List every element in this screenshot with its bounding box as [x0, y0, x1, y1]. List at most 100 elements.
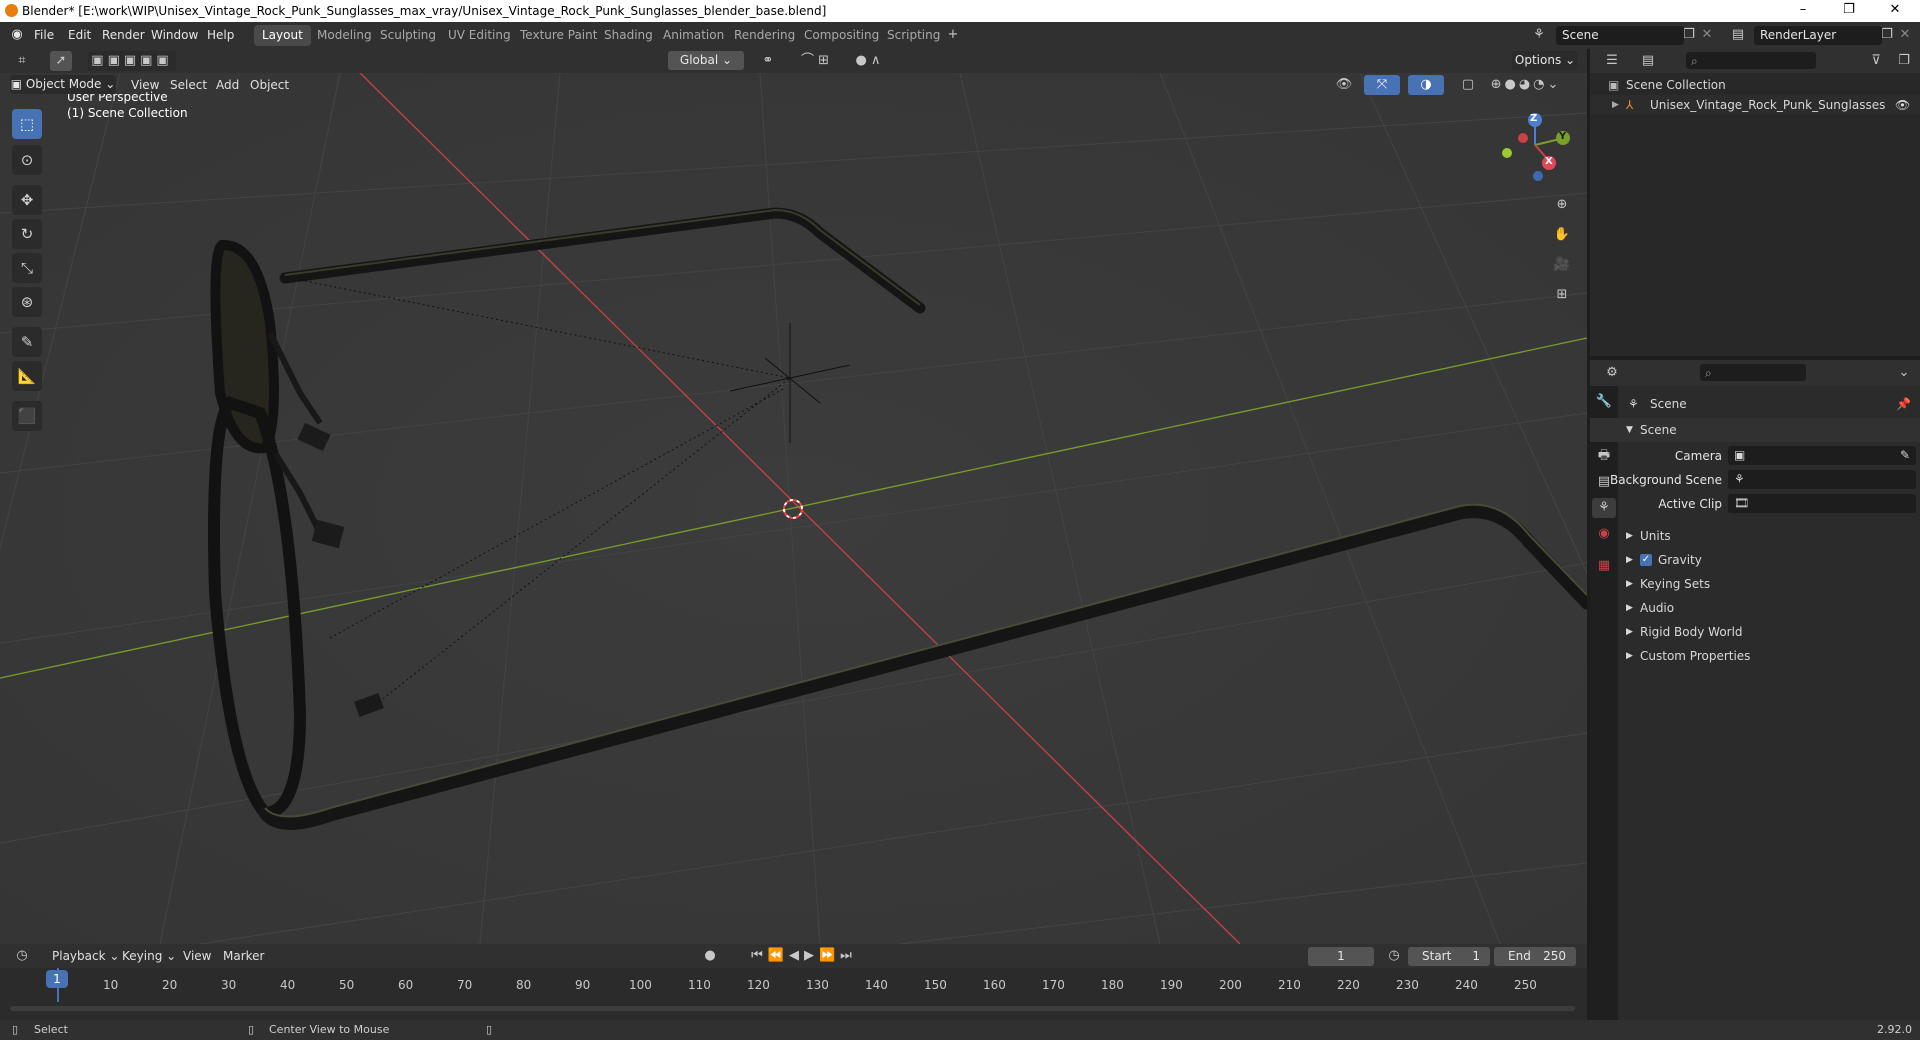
outliner-search-input[interactable]: ⌕	[1686, 52, 1816, 69]
scene-field[interactable]: Scene	[1556, 26, 1684, 45]
close-button[interactable]: ✕	[1872, 0, 1918, 22]
new-collection-icon[interactable]: ❐	[1894, 51, 1914, 71]
viewport-menu-add[interactable]: Add	[216, 78, 239, 92]
zoom-icon[interactable]: ⊕	[1550, 193, 1574, 217]
tab-compositing[interactable]: Compositing	[796, 25, 887, 46]
object-mode-dropdown[interactable]: ▣ Object Mode ⌄	[10, 75, 116, 94]
move-tool-icon[interactable]: ✥	[12, 185, 42, 215]
camera-field[interactable]: ▣ ✎	[1728, 446, 1916, 465]
delete-scene-icon[interactable]: ✕	[1698, 25, 1716, 45]
tab-layout[interactable]: Layout	[254, 25, 311, 46]
playhead-frame-badge[interactable]: 1	[46, 970, 68, 988]
scale-tool-icon[interactable]: ⤡	[12, 253, 42, 283]
timeline-menu-playback[interactable]: Playback ⌄	[52, 949, 119, 963]
new-scene-icon[interactable]: ❐	[1680, 25, 1698, 45]
filter-icon[interactable]: ⊽	[1862, 51, 1890, 71]
expand-arrow-icon[interactable]: ▶	[1612, 95, 1619, 115]
proportional-editing-icon[interactable]: ● ∧	[848, 51, 888, 71]
properties-editor-icon[interactable]: ⚙	[1598, 363, 1626, 383]
keying-sets-panel[interactable]: ▶ Keying Sets	[1590, 572, 1920, 596]
menu-file[interactable]: File	[34, 28, 54, 42]
selection-mode-icons[interactable]: ▣▣▣▣▣	[88, 51, 176, 71]
timeline-editor-icon[interactable]: ◷	[8, 946, 36, 966]
tab-sculpting[interactable]: Sculpting	[372, 25, 444, 46]
tab-modeling[interactable]: Modeling	[309, 25, 380, 46]
shading-mode-icons[interactable]: ⊕●◕◔⌄	[1484, 75, 1568, 95]
menu-window[interactable]: Window	[151, 28, 198, 42]
camera-view-icon[interactable]: 🎥	[1550, 253, 1574, 277]
editor-type-icon[interactable]: ⌗	[8, 51, 36, 71]
menu-render[interactable]: Render	[102, 28, 145, 42]
overlay-toggle-icon[interactable]: ◑	[1408, 75, 1444, 95]
new-layer-icon[interactable]: ❐	[1878, 25, 1896, 45]
add-cube-tool-icon[interactable]: ⬛	[12, 401, 42, 431]
rotate-tool-icon[interactable]: ↻	[12, 219, 42, 249]
record-keyframe-icon[interactable]: ●	[700, 946, 720, 966]
pin-icon[interactable]: 📌	[1896, 392, 1911, 416]
ortho-grid-icon[interactable]: ⊞	[1550, 283, 1574, 307]
eyedropper-icon[interactable]: ✎	[1900, 443, 1910, 467]
timeline-menu-view[interactable]: View	[183, 949, 211, 963]
view-layer-icon[interactable]: ▤	[1724, 25, 1752, 45]
scene-selector-icon[interactable]: ⚘	[1525, 25, 1553, 45]
expand-arrow-icon: ▶	[1626, 579, 1633, 589]
scene-section-header[interactable]: ▼ Scene	[1590, 418, 1920, 442]
custom-properties-panel[interactable]: ▶ Custom Properties	[1590, 644, 1920, 668]
maximize-button[interactable]: ❐	[1826, 0, 1872, 22]
clock-icon[interactable]: ◷	[1384, 946, 1404, 966]
gravity-panel[interactable]: ▶ ✓ Gravity	[1590, 548, 1920, 572]
outliner-row-scene-collection[interactable]: ▣ Scene Collection	[1590, 75, 1920, 95]
playback-controls-icons[interactable]: ⏮⏪◀▶⏩⏭	[744, 946, 864, 966]
end-frame-field[interactable]: End 250	[1494, 947, 1576, 966]
display-mode-icon[interactable]: ▤	[1634, 51, 1662, 71]
blender-menu-icon[interactable]: ◉	[6, 25, 28, 45]
active-clip-field[interactable]: 🎞	[1728, 494, 1916, 513]
timeline-menu-keying[interactable]: Keying ⌄	[122, 949, 176, 963]
gizmo-toggle-icon[interactable]: ⤧	[1364, 75, 1400, 95]
delete-layer-icon[interactable]: ✕	[1896, 25, 1914, 45]
minimize-button[interactable]: –	[1780, 0, 1826, 22]
add-workspace-icon[interactable]: +	[944, 25, 962, 45]
select-tool-icon[interactable]: ➚	[50, 51, 72, 71]
measure-tool-icon[interactable]: 📐	[12, 361, 42, 391]
menu-edit[interactable]: Edit	[68, 28, 91, 42]
select-box-tool-icon[interactable]: ⬚	[12, 109, 42, 139]
3d-viewport[interactable]: User Perspective (1) Scene Collection Z …	[0, 73, 1587, 944]
audio-panel[interactable]: ▶ Audio	[1590, 596, 1920, 620]
outliner-row-object[interactable]: ▶ ⅄ Unisex_Vintage_Rock_Punk_Sunglasses …	[1590, 95, 1920, 115]
viewport-menu-view[interactable]: View	[131, 78, 159, 92]
menu-help[interactable]: Help	[207, 28, 234, 42]
tick-label: 230	[1396, 978, 1419, 992]
timeline-menu-marker[interactable]: Marker	[223, 949, 264, 963]
properties-options-icon[interactable]: ⌄	[1894, 363, 1914, 383]
start-frame-field[interactable]: Start 1	[1408, 947, 1490, 966]
annotate-tool-icon[interactable]: ✎	[12, 327, 42, 357]
gravity-checkbox[interactable]: ✓	[1640, 554, 1652, 566]
timeline-scrollbar[interactable]	[10, 1006, 1575, 1011]
tab-scripting[interactable]: Scripting	[879, 25, 948, 46]
viewport-menu-select[interactable]: Select	[170, 78, 207, 92]
visibility-eye-icon[interactable]: 👁	[1895, 95, 1910, 115]
pivot-point-icon[interactable]: ⚭	[754, 51, 782, 71]
transform-orientation-dropdown[interactable]: Global ⌄	[668, 51, 744, 70]
units-panel[interactable]: ▶ Units	[1590, 524, 1920, 548]
visibility-icon[interactable]: 👁	[1330, 75, 1358, 95]
xray-icon[interactable]: ▢	[1458, 75, 1478, 95]
tab-animation[interactable]: Animation	[655, 25, 732, 46]
tab-shading[interactable]: Shading	[596, 25, 661, 46]
pan-hand-icon[interactable]: ✋	[1550, 223, 1574, 247]
outliner-editor-icon[interactable]: ☰	[1598, 51, 1626, 71]
cursor-tool-icon[interactable]: ⊙	[12, 145, 42, 175]
transform-tool-icon[interactable]: ⊛	[12, 287, 42, 317]
tab-texture-paint[interactable]: Texture Paint	[512, 25, 605, 46]
viewport-menu-object[interactable]: Object	[250, 78, 289, 92]
tab-uv-editing[interactable]: UV Editing	[440, 25, 519, 46]
tab-rendering[interactable]: Rendering	[726, 25, 803, 46]
options-dropdown[interactable]: Options ⌄	[1512, 51, 1578, 70]
rigid-body-world-panel[interactable]: ▶ Rigid Body World	[1590, 620, 1920, 644]
snapping-icon[interactable]: ⌒ ⊞	[790, 51, 840, 71]
background-scene-field[interactable]: ⚘	[1728, 470, 1916, 489]
render-layer-field[interactable]: RenderLayer	[1754, 26, 1882, 45]
current-frame-field[interactable]: 1	[1308, 947, 1374, 966]
properties-search-input[interactable]: ⌕	[1700, 364, 1806, 381]
